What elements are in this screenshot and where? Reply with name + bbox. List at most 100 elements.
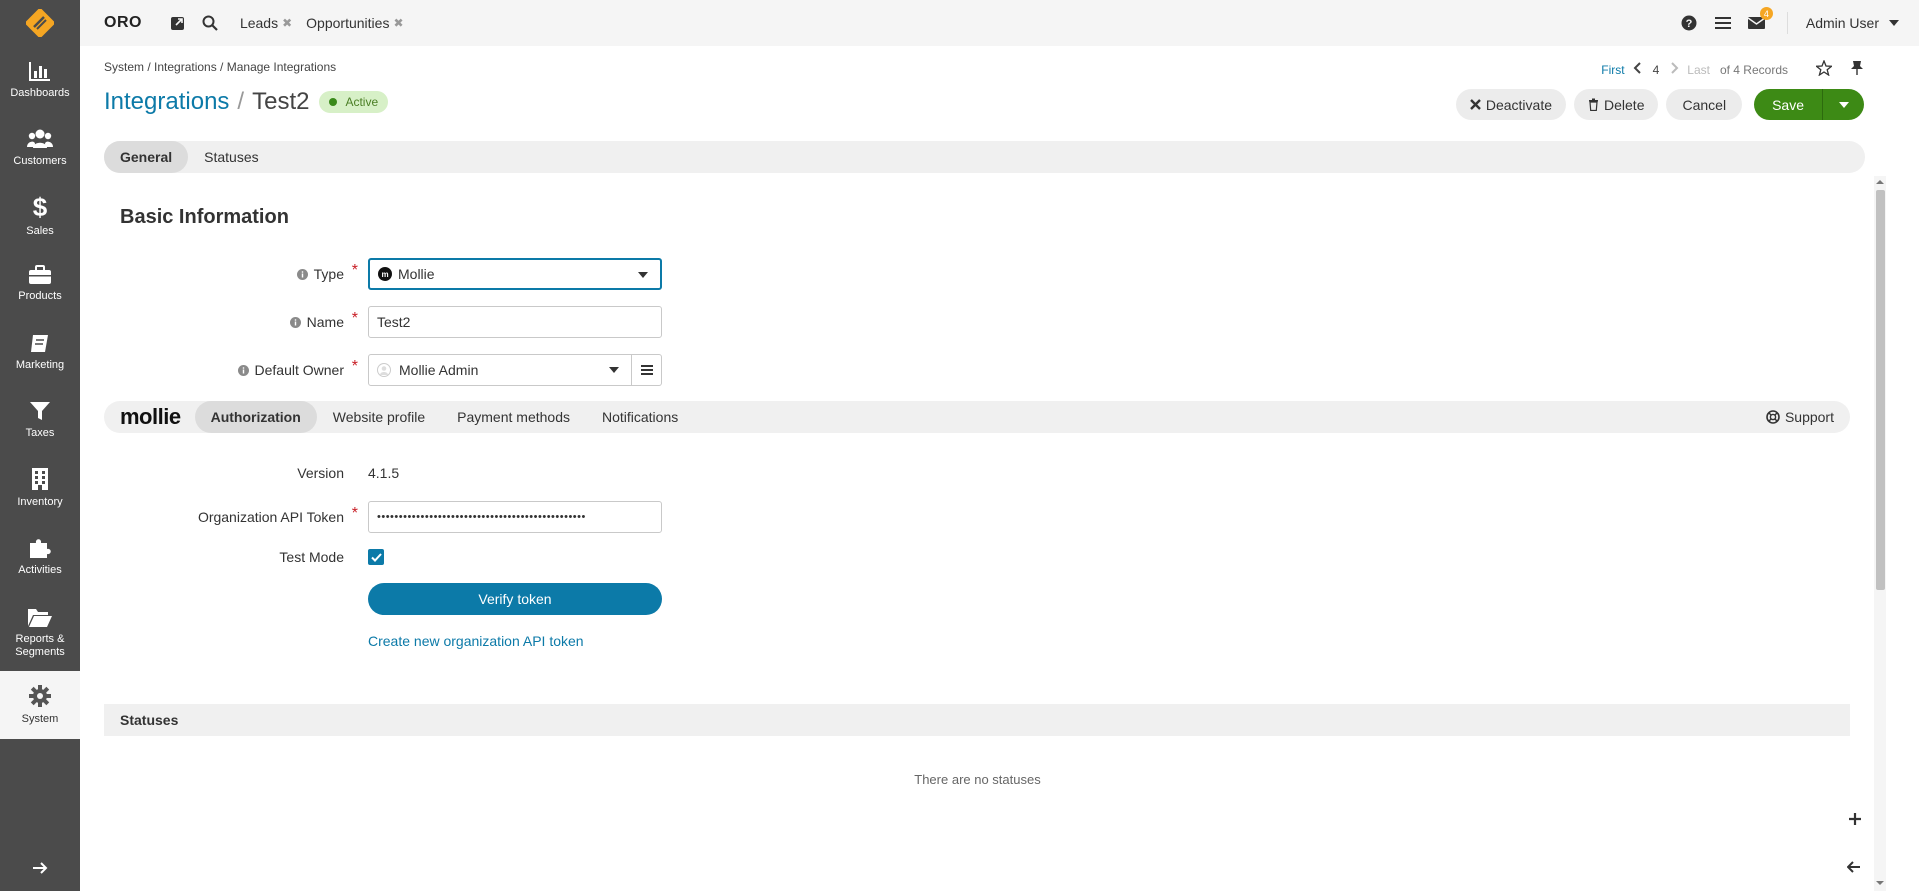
version-label: Version bbox=[297, 465, 344, 481]
main-content: Basic Information Type * m Mollie Name * bbox=[80, 176, 1875, 891]
oro-logo[interactable] bbox=[0, 0, 80, 46]
sidebar-item-taxes[interactable]: Taxes bbox=[0, 386, 80, 454]
delete-button[interactable]: Delete bbox=[1574, 89, 1659, 120]
info-icon[interactable] bbox=[289, 316, 301, 328]
cancel-button[interactable]: Cancel bbox=[1666, 89, 1743, 120]
sidebar-item-inventory[interactable]: Inventory bbox=[0, 454, 80, 522]
folder-icon bbox=[28, 608, 52, 627]
default-owner-select[interactable]: Mollie Admin bbox=[368, 354, 632, 386]
sidebar-item-system[interactable]: System bbox=[0, 671, 80, 739]
save-button[interactable]: Save bbox=[1754, 89, 1822, 120]
svg-text:$: $ bbox=[33, 194, 48, 220]
topbar: ORO Leads ✖ Opportunities ✖ ? 4 Admin Us… bbox=[80, 0, 1919, 46]
test-mode-checkbox[interactable] bbox=[368, 549, 384, 565]
notifications-button[interactable]: 4 bbox=[1747, 7, 1773, 33]
name-input[interactable]: Test2 bbox=[368, 306, 662, 338]
name-label: Name * bbox=[80, 310, 368, 330]
caret-down-icon bbox=[609, 367, 619, 373]
pin-icon bbox=[1851, 61, 1863, 75]
support-link[interactable]: Support bbox=[1766, 401, 1834, 433]
pinned-tab-opportunities[interactable]: Opportunities ✖ bbox=[306, 15, 403, 31]
caret-down-icon bbox=[1889, 20, 1899, 26]
save-options-button[interactable] bbox=[1822, 89, 1864, 120]
deactivate-button[interactable]: Deactivate bbox=[1455, 89, 1567, 120]
pager-current: 4 bbox=[1652, 62, 1660, 77]
form-row-type: Type * m Mollie bbox=[80, 258, 780, 290]
default-owner-value: Mollie Admin bbox=[399, 362, 479, 378]
form-row-name: Name * Test2 bbox=[80, 306, 780, 338]
svg-text:m: m bbox=[381, 270, 388, 279]
tab-website-profile[interactable]: Website profile bbox=[317, 401, 441, 433]
pinned-tab-leads[interactable]: Leads ✖ bbox=[240, 15, 292, 31]
close-icon[interactable]: ✖ bbox=[282, 16, 292, 30]
page-title: Integrations / Test2 Active bbox=[104, 88, 389, 116]
version-value: 4.1.5 bbox=[368, 465, 400, 481]
tab-notifications[interactable]: Notifications bbox=[586, 401, 694, 433]
menu-button[interactable] bbox=[1713, 13, 1733, 33]
scroll-down-icon[interactable] bbox=[1876, 879, 1884, 887]
brand-name[interactable]: ORO bbox=[104, 14, 142, 32]
arrow-left-icon bbox=[1846, 861, 1860, 873]
pager-next-button[interactable] bbox=[1671, 62, 1679, 77]
sidebar-item-label: Customers bbox=[13, 155, 67, 167]
statuses-empty-message: There are no statuses bbox=[914, 772, 1041, 787]
form-row-test-mode: Test Mode bbox=[80, 541, 780, 573]
owner-list-button[interactable] bbox=[632, 354, 662, 386]
api-token-label: Organization API Token * bbox=[80, 505, 368, 525]
tab-payment-methods[interactable]: Payment methods bbox=[441, 401, 586, 433]
external-link-icon bbox=[170, 17, 184, 30]
sidebar-item-sales[interactable]: $ Sales bbox=[0, 182, 80, 250]
scrollbar[interactable] bbox=[1874, 176, 1886, 891]
pinned-tab-label: Opportunities bbox=[306, 15, 390, 31]
info-icon[interactable] bbox=[237, 364, 249, 376]
form-row-verify: Verify token bbox=[80, 583, 780, 615]
title-integrations-link[interactable]: Integrations bbox=[104, 88, 229, 116]
create-token-link[interactable]: Create new organization API token bbox=[368, 633, 584, 649]
pager-first-link[interactable]: First bbox=[1601, 63, 1624, 77]
pin-page-button[interactable] bbox=[1850, 60, 1864, 79]
type-select[interactable]: m Mollie bbox=[368, 258, 662, 290]
question-icon: ? bbox=[1681, 15, 1697, 31]
topbar-right: ? 4 Admin User bbox=[1665, 0, 1919, 46]
building-icon bbox=[32, 468, 48, 490]
scroll-thumb[interactable] bbox=[1876, 190, 1885, 590]
help-button[interactable]: ? bbox=[1679, 13, 1699, 33]
tab-general[interactable]: General bbox=[104, 141, 189, 173]
user-menu[interactable]: Admin User bbox=[1786, 12, 1899, 34]
verify-token-button[interactable]: Verify token bbox=[368, 583, 662, 615]
sidebar-item-products[interactable]: Products bbox=[0, 250, 80, 318]
tab-statuses[interactable]: Statuses bbox=[188, 141, 274, 173]
support-label: Support bbox=[1784, 409, 1834, 425]
book-icon bbox=[31, 335, 48, 352]
back-button[interactable] bbox=[1846, 860, 1861, 876]
close-icon[interactable]: ✖ bbox=[393, 16, 403, 30]
oro-logo-icon bbox=[26, 9, 54, 37]
favorite-button[interactable] bbox=[1814, 59, 1834, 79]
mollie-logo: mollie bbox=[120, 404, 181, 429]
filter-icon bbox=[30, 402, 50, 420]
sidebar-expand-button[interactable] bbox=[0, 845, 80, 891]
api-token-input[interactable]: ••••••••••••••••••••••••••••••••••••••••… bbox=[368, 501, 662, 533]
pager-last-link[interactable]: Last bbox=[1687, 63, 1710, 77]
search-icon bbox=[202, 15, 218, 31]
add-button[interactable] bbox=[1849, 812, 1861, 828]
type-label: Type * bbox=[80, 262, 368, 282]
sidebar-item-label-2: Segments bbox=[15, 645, 65, 658]
sidebar-item-label: Marketing bbox=[15, 359, 65, 371]
sidebar-item-reports-segments[interactable]: Reports & Segments bbox=[0, 594, 80, 670]
info-icon[interactable] bbox=[296, 268, 308, 280]
pager-summary: of 4 Records bbox=[1719, 62, 1788, 77]
pager-prev-button[interactable] bbox=[1633, 62, 1641, 77]
tab-authorization[interactable]: Authorization bbox=[194, 401, 317, 433]
scroll-up-icon[interactable] bbox=[1876, 178, 1884, 186]
sidebar-item-marketing[interactable]: Marketing bbox=[0, 318, 80, 386]
shortcuts-button[interactable] bbox=[168, 13, 188, 33]
sidebar-item-activities[interactable]: Activities bbox=[0, 522, 80, 590]
sidebar-item-customers[interactable]: Customers bbox=[0, 114, 80, 182]
mollie-tabs: mollie Authorization Website profile Pay… bbox=[104, 401, 1850, 433]
record-pager: First 4 Last of 4 Records bbox=[1593, 59, 1864, 79]
sidebar-item-dashboards[interactable]: Dashboards bbox=[0, 46, 80, 114]
avatar-icon bbox=[377, 363, 391, 377]
search-button[interactable] bbox=[200, 13, 220, 33]
breadcrumb: System / Integrations / Manage Integrati… bbox=[104, 60, 337, 74]
